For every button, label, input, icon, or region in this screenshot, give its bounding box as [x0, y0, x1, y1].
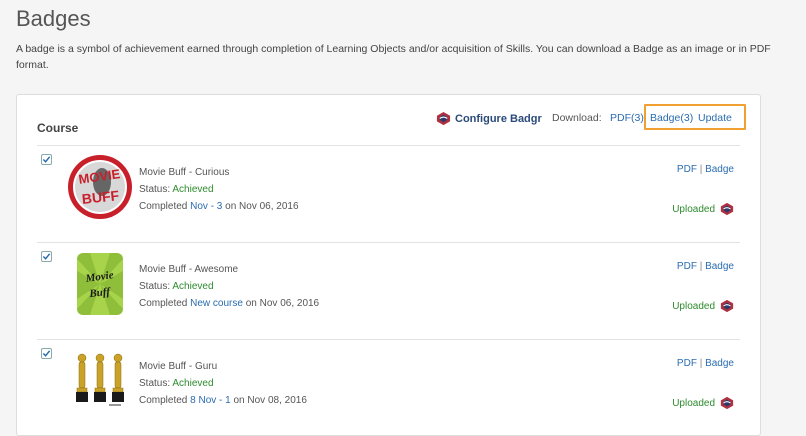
completed-prefix: Completed: [139, 298, 188, 309]
download-pdf-link[interactable]: PDF(3): [610, 112, 644, 124]
badge-checkbox[interactable]: [41, 251, 52, 262]
badge-name: Movie Buff - Guru: [139, 361, 218, 372]
badgr-logo-icon: [720, 202, 734, 216]
uploaded-label: Uploaded: [672, 203, 715, 215]
course-link[interactable]: 8 Nov - 1: [190, 395, 231, 406]
badges-card: Course Configure Badgr Download: PDF(3) …: [16, 94, 761, 436]
uploaded-label: Uploaded: [672, 397, 715, 409]
completed-date: on Nov 06, 2016: [225, 201, 299, 212]
row-download-links: PDF | Badge: [676, 261, 734, 272]
row-badge-link[interactable]: Badge: [705, 261, 734, 272]
row-badge-link[interactable]: Badge: [705, 358, 734, 369]
status-label: Status:: [139, 184, 171, 195]
row-badge-link[interactable]: Badge: [705, 164, 734, 175]
svg-text:Buff: Buff: [88, 286, 112, 300]
configure-badgr-label: Configure Badgr: [455, 112, 542, 125]
badge-name: Movie Buff - Curious: [139, 167, 230, 178]
badgr-logo-icon: [720, 396, 734, 410]
download-toolbar: Configure Badgr Download: PDF(3) Badge(3…: [430, 95, 760, 141]
uploaded-status: Uploaded: [672, 299, 734, 313]
movie-buff-curious-badge-image: MOVIE BUFF: [68, 155, 132, 219]
uploaded-status: Uploaded: [672, 396, 734, 410]
row-download-links: PDF | Badge: [676, 164, 734, 175]
check-icon: [42, 156, 51, 163]
list-item: Movie Buff - Guru Status: Achieved Compl…: [37, 339, 740, 435]
download-label: Download:: [552, 112, 602, 124]
movie-buff-guru-badge-image: [76, 353, 124, 406]
row-pdf-link[interactable]: PDF: [677, 164, 697, 175]
completed-date: on Nov 06, 2016: [245, 298, 320, 309]
badgr-logo-icon: [436, 111, 451, 126]
status-label: Status:: [139, 281, 171, 292]
badge-info: Movie Buff - Curious Status: Achieved Co…: [139, 164, 299, 215]
row-pdf-link[interactable]: PDF: [677, 358, 697, 369]
row-pdf-link[interactable]: PDF: [677, 261, 697, 272]
row-download-links: PDF | Badge: [676, 358, 734, 369]
download-badge-link[interactable]: Badge(3): [650, 112, 693, 124]
badge-name: Movie Buff - Awesome: [139, 264, 239, 275]
page-title: Badges: [16, 6, 91, 31]
completed-prefix: Completed: [139, 395, 188, 406]
page-description: A badge is a symbol of achievement earne…: [16, 43, 771, 71]
uploaded-label: Uploaded: [672, 300, 715, 312]
status-label: Status:: [139, 378, 171, 389]
badge-info: Movie Buff - Guru Status: Achieved Compl…: [139, 358, 307, 409]
check-icon: [42, 350, 51, 357]
update-link[interactable]: Update: [698, 112, 732, 124]
completed-date: on Nov 08, 2016: [233, 395, 307, 406]
badge-checkbox[interactable]: [41, 348, 52, 359]
configure-badgr-link[interactable]: Configure Badgr: [436, 111, 542, 126]
completed-prefix: Completed: [139, 201, 188, 212]
section-title: Course: [37, 121, 79, 135]
status-value: Achieved: [172, 184, 214, 195]
badgr-logo-icon: [720, 299, 734, 313]
course-link[interactable]: Nov - 3: [190, 201, 222, 212]
status-value: Achieved: [172, 378, 214, 389]
badge-info: Movie Buff - Awesome Status: Achieved Co…: [139, 261, 319, 312]
status-value: Achieved: [172, 281, 214, 292]
list-item: Movie Buff Movie Buff - Awesome Status: …: [37, 242, 740, 339]
badge-checkbox[interactable]: [41, 154, 52, 165]
uploaded-status: Uploaded: [672, 202, 734, 216]
list-item: MOVIE BUFF Movie Buff - Curious Status: …: [37, 145, 740, 242]
course-link[interactable]: New course: [190, 298, 243, 309]
movie-buff-awesome-badge-image: Movie Buff: [77, 253, 123, 315]
check-icon: [42, 253, 51, 260]
